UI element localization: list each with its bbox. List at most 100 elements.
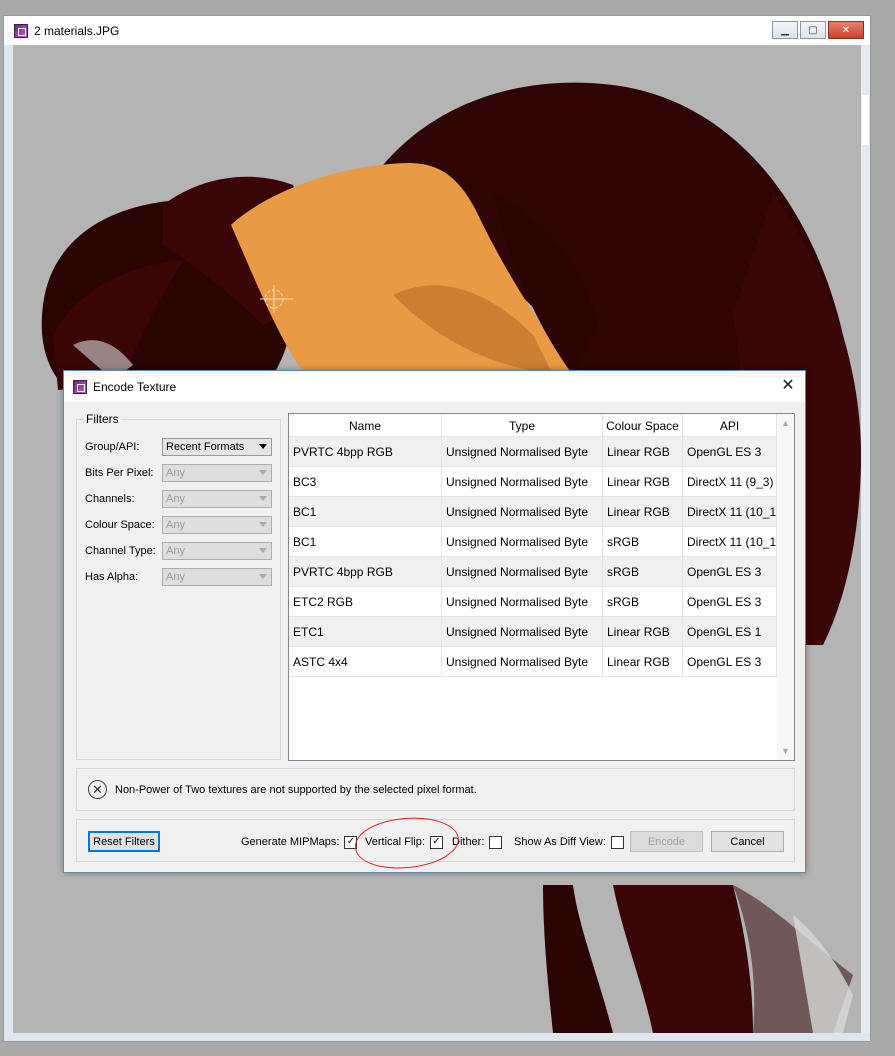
hair-lower-strands-2	[613, 885, 753, 1033]
table-row[interactable]: PVRTC 4bpp RGB Unsigned Normalised Byte sR…	[289, 557, 777, 587]
vertical-flip-option: Vertical Flip: ✓	[365, 834, 443, 850]
maximize-button[interactable]: ▢	[800, 21, 826, 39]
pixel-format-table[interactable]: Name Type Colour Space API PVRTC 4bpp RG…	[288, 413, 795, 761]
filter-label: Channel Type:	[85, 545, 156, 557]
table-header: Name Type Colour Space API	[289, 414, 777, 437]
table-cell: BC3	[289, 467, 442, 496]
table-cell: Unsigned Normalised Byte	[442, 497, 603, 526]
channel-type-select[interactable]: Any	[162, 542, 272, 560]
table-cell: sRGB	[603, 557, 683, 586]
column-header-api[interactable]: API	[683, 414, 777, 437]
table-cell: DirectX 11 (10_1)	[683, 527, 777, 556]
dialog-close-button[interactable]: ✕	[779, 377, 797, 395]
minimize-icon: ▁	[781, 24, 789, 36]
table-cell: DirectX 11 (9_3)	[683, 467, 777, 496]
close-window-button[interactable]: ✕	[828, 21, 864, 39]
dialog-titlebar[interactable]: Encode Texture ✕	[64, 371, 805, 402]
diff-view-label: Show As Diff View:	[514, 836, 606, 848]
select-value: Any	[166, 493, 185, 505]
filter-channels: Channels: Any	[85, 490, 275, 508]
table-cell: ETC1	[289, 617, 442, 646]
table-cell: Linear RGB	[603, 497, 683, 526]
scroll-down-icon[interactable]: ▼	[781, 746, 790, 756]
diff-view-checkbox[interactable]	[610, 835, 624, 849]
filter-label: Group/API:	[85, 441, 140, 453]
filter-label: Channels:	[85, 493, 135, 505]
select-value: Any	[166, 467, 185, 479]
table-row[interactable]: BC1 Unsigned Normalised Byte sRGB DirectX 1…	[289, 527, 777, 557]
table-cell: OpenGL ES 3	[683, 437, 777, 466]
scroll-up-icon[interactable]: ▲	[781, 418, 790, 428]
status-message: Non-Power of Two textures are not suppor…	[115, 783, 477, 796]
dialog-title: Encode Texture	[93, 379, 177, 394]
reset-filters-button[interactable]: Reset Filters	[88, 831, 160, 852]
column-header-type[interactable]: Type	[442, 414, 603, 437]
cancel-button[interactable]: Cancel	[711, 831, 784, 852]
table-cell: ETC2 RGB	[289, 587, 442, 616]
hair-lower-strands	[543, 885, 613, 1033]
chevron-down-icon	[259, 444, 267, 449]
table-row[interactable]: BC1 Unsigned Normalised Byte Linear RGB Dir…	[289, 497, 777, 527]
chevron-down-icon	[259, 496, 267, 501]
select-value: Recent Formats	[166, 441, 245, 453]
generate-mipmaps-checkbox[interactable]: ✓	[344, 835, 358, 849]
table-cell: OpenGL ES 1	[683, 617, 777, 646]
dither-option: Dither:	[452, 834, 503, 850]
table-cell: Linear RGB	[603, 437, 683, 466]
dither-label: Dither:	[452, 836, 485, 848]
dither-checkbox[interactable]	[489, 835, 503, 849]
status-message-box: ✕ Non-Power of Two textures are not supp…	[76, 768, 795, 811]
colour-space-select[interactable]: Any	[162, 516, 272, 534]
table-cell: Unsigned Normalised Byte	[442, 647, 603, 676]
table-row[interactable]: PVRTC 4bpp RGB Unsigned Normalised Byte Li…	[289, 437, 777, 467]
table-cell: OpenGL ES 3	[683, 587, 777, 616]
filter-label: Has Alpha:	[85, 571, 139, 583]
column-header-name[interactable]: Name	[289, 414, 442, 437]
table-cell: DirectX 11 (10_1)	[683, 497, 777, 526]
minimize-button[interactable]: ▁	[772, 21, 798, 39]
table-cell: PVRTC 4bpp RGB	[289, 437, 442, 466]
vertical-flip-checkbox[interactable]: ✓	[429, 835, 443, 849]
column-header-colour-space[interactable]: Colour Space	[603, 414, 683, 437]
table-cell: BC1	[289, 497, 442, 526]
filters-groupbox: Filters Group/API: Recent Formats Bits P…	[76, 412, 281, 760]
filter-channel-type: Channel Type: Any	[85, 542, 275, 560]
image-window-title: 2 materials.JPG	[34, 23, 120, 38]
channels-select[interactable]: Any	[162, 490, 272, 508]
chevron-down-icon	[259, 574, 267, 579]
vertical-flip-label: Vertical Flip:	[365, 836, 425, 848]
table-cell: Unsigned Normalised Byte	[442, 437, 603, 466]
encode-button[interactable]: Encode	[630, 831, 703, 852]
table-cell: sRGB	[603, 527, 683, 556]
vertical-scrollbar[interactable]	[861, 45, 870, 1033]
table-cell: PVRTC 4bpp RGB	[289, 557, 442, 586]
filter-group-api: Group/API: Recent Formats	[85, 438, 275, 456]
table-body: PVRTC 4bpp RGB Unsigned Normalised Byte Li…	[289, 437, 777, 677]
image-window-titlebar[interactable]: 2 materials.JPG ▁ ▢ ✕	[4, 16, 870, 45]
filter-label: Colour Space:	[85, 519, 155, 531]
has-alpha-select[interactable]: Any	[162, 568, 272, 586]
generate-mipmaps-option: Generate MIPMaps: ✓	[241, 834, 358, 850]
encode-texture-dialog: Encode Texture ✕ Filters Group/API: Rece…	[63, 370, 806, 873]
table-row[interactable]: ASTC 4x4 Unsigned Normalised Byte Linear R…	[289, 647, 777, 677]
chevron-down-icon	[259, 548, 267, 553]
group-api-select[interactable]: Recent Formats	[162, 438, 272, 456]
table-row[interactable]: BC3 Unsigned Normalised Byte Linear RGB Dir…	[289, 467, 777, 497]
table-row[interactable]: ETC1 Unsigned Normalised Byte Linear RGB Op…	[289, 617, 777, 647]
close-icon: ✕	[841, 24, 851, 36]
error-icon: ✕	[88, 780, 107, 799]
table-cell: ASTC 4x4	[289, 647, 442, 676]
dialog-footer: Reset Filters Generate MIPMaps: ✓ Vertic…	[76, 819, 795, 862]
generate-mipmaps-label: Generate MIPMaps:	[241, 836, 340, 848]
table-row[interactable]: ETC2 RGB Unsigned Normalised Byte sRGB Open…	[289, 587, 777, 617]
diff-view-option: Show As Diff View:	[514, 834, 624, 850]
table-cell: Unsigned Normalised Byte	[442, 617, 603, 646]
bits-per-pixel-select[interactable]: Any	[162, 464, 272, 482]
table-scrollbar[interactable]: ▲ ▼	[777, 414, 794, 760]
scrollbar-thumb[interactable]	[862, 95, 869, 145]
filter-colour-space: Colour Space: Any	[85, 516, 275, 534]
filters-legend: Filters	[84, 412, 121, 426]
table-cell: OpenGL ES 3	[683, 557, 777, 586]
table-cell: Linear RGB	[603, 647, 683, 676]
select-value: Any	[166, 519, 185, 531]
